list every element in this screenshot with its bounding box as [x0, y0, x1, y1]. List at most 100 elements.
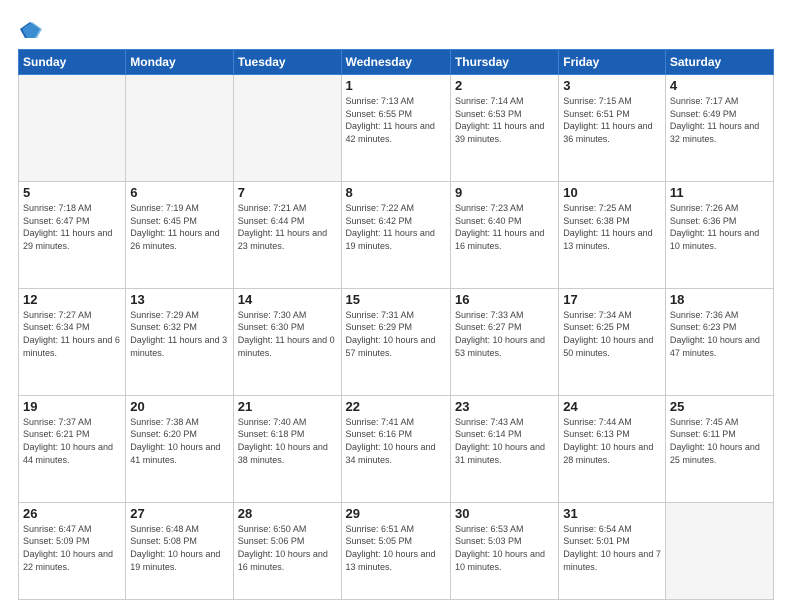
- calendar-cell: 7 Sunrise: 7:21 AMSunset: 6:44 PMDaylight…: [233, 181, 341, 288]
- day-info: Sunrise: 7:19 AMSunset: 6:45 PMDaylight:…: [130, 202, 228, 252]
- day-number: 4: [670, 78, 769, 93]
- calendar-header-sunday: Sunday: [19, 50, 126, 75]
- day-info: Sunrise: 7:43 AMSunset: 6:14 PMDaylight:…: [455, 416, 554, 466]
- calendar-cell: 4 Sunrise: 7:17 AMSunset: 6:49 PMDaylight…: [665, 75, 773, 182]
- day-number: 7: [238, 185, 337, 200]
- page: SundayMondayTuesdayWednesdayThursdayFrid…: [0, 0, 792, 612]
- calendar-cell: 20 Sunrise: 7:38 AMSunset: 6:20 PMDayligh…: [126, 395, 233, 502]
- day-info: Sunrise: 7:45 AMSunset: 6:11 PMDaylight:…: [670, 416, 769, 466]
- day-number: 28: [238, 506, 337, 521]
- day-number: 2: [455, 78, 554, 93]
- day-info: Sunrise: 7:13 AMSunset: 6:55 PMDaylight:…: [346, 95, 446, 145]
- calendar-cell: 13 Sunrise: 7:29 AMSunset: 6:32 PMDayligh…: [126, 288, 233, 395]
- calendar-header-saturday: Saturday: [665, 50, 773, 75]
- day-info: Sunrise: 7:22 AMSunset: 6:42 PMDaylight:…: [346, 202, 446, 252]
- day-info: Sunrise: 7:33 AMSunset: 6:27 PMDaylight:…: [455, 309, 554, 359]
- calendar-cell: 25 Sunrise: 7:45 AMSunset: 6:11 PMDayligh…: [665, 395, 773, 502]
- calendar-cell: 8Sunrise: 7:22 AMSunset: 6:42 PMDaylight…: [341, 181, 450, 288]
- day-info: Sunrise: 6:47 AMSunset: 5:09 PMDaylight:…: [23, 523, 121, 573]
- calendar-cell: 5Sunrise: 7:18 AMSunset: 6:47 PMDaylight…: [19, 181, 126, 288]
- calendar-header-row: SundayMondayTuesdayWednesdayThursdayFrid…: [19, 50, 774, 75]
- calendar-week-0: 1 Sunrise: 7:13 AMSunset: 6:55 PMDaylight…: [19, 75, 774, 182]
- day-number: 13: [130, 292, 228, 307]
- calendar-cell: 11Sunrise: 7:26 AMSunset: 6:36 PMDayligh…: [665, 181, 773, 288]
- day-info: Sunrise: 7:41 AMSunset: 6:16 PMDaylight:…: [346, 416, 446, 466]
- day-number: 1: [346, 78, 446, 93]
- calendar-week-3: 19Sunrise: 7:37 AMSunset: 6:21 PMDayligh…: [19, 395, 774, 502]
- day-number: 12: [23, 292, 121, 307]
- calendar-cell: 28 Sunrise: 6:50 AMSunset: 5:06 PMDayligh…: [233, 502, 341, 599]
- calendar-cell: [19, 75, 126, 182]
- day-info: Sunrise: 7:38 AMSunset: 6:20 PMDaylight:…: [130, 416, 228, 466]
- day-info: Sunrise: 7:29 AMSunset: 6:32 PMDaylight:…: [130, 309, 228, 359]
- day-info: Sunrise: 7:21 AMSunset: 6:44 PMDaylight:…: [238, 202, 337, 252]
- calendar-header-monday: Monday: [126, 50, 233, 75]
- calendar-week-1: 5Sunrise: 7:18 AMSunset: 6:47 PMDaylight…: [19, 181, 774, 288]
- day-info: Sunrise: 7:31 AMSunset: 6:29 PMDaylight:…: [346, 309, 446, 359]
- calendar-cell: [126, 75, 233, 182]
- calendar-table: SundayMondayTuesdayWednesdayThursdayFrid…: [18, 49, 774, 600]
- calendar-cell: [665, 502, 773, 599]
- day-info: Sunrise: 7:23 AMSunset: 6:40 PMDaylight:…: [455, 202, 554, 252]
- day-number: 18: [670, 292, 769, 307]
- day-info: Sunrise: 6:48 AMSunset: 5:08 PMDaylight:…: [130, 523, 228, 573]
- day-number: 6: [130, 185, 228, 200]
- day-info: Sunrise: 7:26 AMSunset: 6:36 PMDaylight:…: [670, 202, 769, 252]
- logo: [18, 18, 42, 41]
- day-info: Sunrise: 7:15 AMSunset: 6:51 PMDaylight:…: [563, 95, 661, 145]
- calendar-cell: [233, 75, 341, 182]
- day-info: Sunrise: 7:36 AMSunset: 6:23 PMDaylight:…: [670, 309, 769, 359]
- day-number: 25: [670, 399, 769, 414]
- calendar-cell: 15 Sunrise: 7:31 AMSunset: 6:29 PMDayligh…: [341, 288, 450, 395]
- calendar-header-wednesday: Wednesday: [341, 50, 450, 75]
- calendar-cell: 19Sunrise: 7:37 AMSunset: 6:21 PMDayligh…: [19, 395, 126, 502]
- calendar-cell: 18 Sunrise: 7:36 AMSunset: 6:23 PMDayligh…: [665, 288, 773, 395]
- calendar-cell: 31Sunrise: 6:54 AMSunset: 5:01 PMDayligh…: [559, 502, 666, 599]
- day-info: Sunrise: 7:34 AMSunset: 6:25 PMDaylight:…: [563, 309, 661, 359]
- day-number: 16: [455, 292, 554, 307]
- calendar-header-friday: Friday: [559, 50, 666, 75]
- day-info: Sunrise: 6:53 AMSunset: 5:03 PMDaylight:…: [455, 523, 554, 573]
- calendar-cell: 3 Sunrise: 7:15 AMSunset: 6:51 PMDaylight…: [559, 75, 666, 182]
- header: [18, 18, 774, 41]
- day-number: 20: [130, 399, 228, 414]
- calendar-cell: 12 Sunrise: 7:27 AMSunset: 6:34 PMDayligh…: [19, 288, 126, 395]
- day-number: 27: [130, 506, 228, 521]
- calendar-week-2: 12 Sunrise: 7:27 AMSunset: 6:34 PMDayligh…: [19, 288, 774, 395]
- calendar-cell: 14Sunrise: 7:30 AMSunset: 6:30 PMDayligh…: [233, 288, 341, 395]
- day-info: Sunrise: 7:44 AMSunset: 6:13 PMDaylight:…: [563, 416, 661, 466]
- calendar-cell: 10Sunrise: 7:25 AMSunset: 6:38 PMDayligh…: [559, 181, 666, 288]
- calendar-cell: 29Sunrise: 6:51 AMSunset: 5:05 PMDayligh…: [341, 502, 450, 599]
- day-number: 24: [563, 399, 661, 414]
- calendar-cell: 6 Sunrise: 7:19 AMSunset: 6:45 PMDaylight…: [126, 181, 233, 288]
- day-number: 17: [563, 292, 661, 307]
- day-info: Sunrise: 7:18 AMSunset: 6:47 PMDaylight:…: [23, 202, 121, 252]
- logo-icon: [20, 19, 42, 41]
- calendar-cell: 30 Sunrise: 6:53 AMSunset: 5:03 PMDayligh…: [450, 502, 558, 599]
- day-number: 21: [238, 399, 337, 414]
- day-info: Sunrise: 7:27 AMSunset: 6:34 PMDaylight:…: [23, 309, 121, 359]
- calendar-cell: 26 Sunrise: 6:47 AMSunset: 5:09 PMDayligh…: [19, 502, 126, 599]
- day-info: Sunrise: 7:25 AMSunset: 6:38 PMDaylight:…: [563, 202, 661, 252]
- calendar-cell: 2 Sunrise: 7:14 AMSunset: 6:53 PMDaylight…: [450, 75, 558, 182]
- calendar-cell: 1 Sunrise: 7:13 AMSunset: 6:55 PMDaylight…: [341, 75, 450, 182]
- day-info: Sunrise: 7:17 AMSunset: 6:49 PMDaylight:…: [670, 95, 769, 145]
- day-number: 15: [346, 292, 446, 307]
- calendar-header-tuesday: Tuesday: [233, 50, 341, 75]
- calendar-cell: 24 Sunrise: 7:44 AMSunset: 6:13 PMDayligh…: [559, 395, 666, 502]
- day-number: 3: [563, 78, 661, 93]
- calendar-header-thursday: Thursday: [450, 50, 558, 75]
- calendar-cell: 21Sunrise: 7:40 AMSunset: 6:18 PMDayligh…: [233, 395, 341, 502]
- calendar-cell: 27 Sunrise: 6:48 AMSunset: 5:08 PMDayligh…: [126, 502, 233, 599]
- day-number: 30: [455, 506, 554, 521]
- calendar-cell: 23Sunrise: 7:43 AMSunset: 6:14 PMDayligh…: [450, 395, 558, 502]
- day-info: Sunrise: 7:37 AMSunset: 6:21 PMDaylight:…: [23, 416, 121, 466]
- day-info: Sunrise: 7:14 AMSunset: 6:53 PMDaylight:…: [455, 95, 554, 145]
- day-info: Sunrise: 6:51 AMSunset: 5:05 PMDaylight:…: [346, 523, 446, 573]
- day-number: 9: [455, 185, 554, 200]
- day-info: Sunrise: 6:50 AMSunset: 5:06 PMDaylight:…: [238, 523, 337, 573]
- day-number: 22: [346, 399, 446, 414]
- day-number: 26: [23, 506, 121, 521]
- day-number: 14: [238, 292, 337, 307]
- calendar-cell: 16 Sunrise: 7:33 AMSunset: 6:27 PMDayligh…: [450, 288, 558, 395]
